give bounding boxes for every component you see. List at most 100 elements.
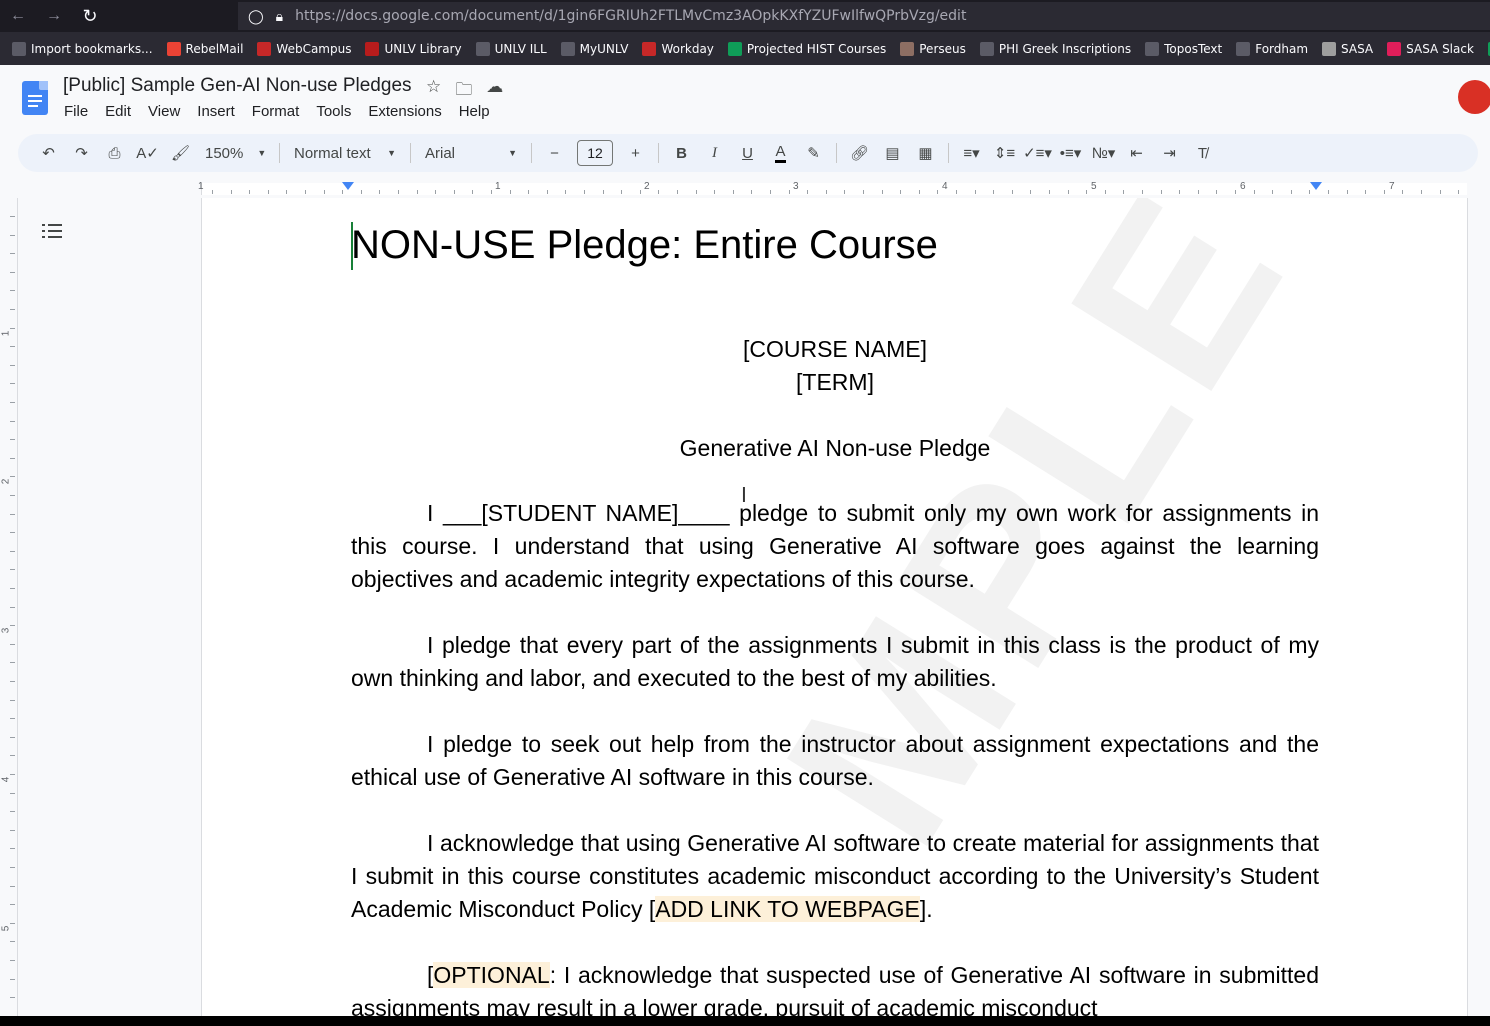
bookmark-item[interactable]: Workday [642,41,714,56]
forward-arrow-icon[interactable]: → [36,0,72,32]
bookmark-item[interactable]: Import bookmarks... [12,41,153,56]
bookmark-item[interactable]: Perseus [900,41,966,56]
ruler-tick [1365,190,1366,194]
docs-logo-icon[interactable] [22,81,48,115]
vertical-ruler[interactable]: 1 2 3 4 5 [0,198,18,1016]
bookmark-item[interactable]: SASA Slack [1387,41,1474,56]
reload-icon[interactable]: ↻ [72,0,108,32]
back-arrow-icon[interactable]: ← [0,0,36,32]
ruler-tick [1086,190,1087,194]
ruler-tick [584,190,585,194]
document-body[interactable]: NON-USE Pledge: Entire Course [COURSE NA… [351,220,1319,1016]
ruler-tick [621,190,622,194]
bookmark-item[interactable]: WebCampus [257,41,351,56]
document-title[interactable]: [Public] Sample Gen-AI Non-use Pledges [63,75,412,97]
menu-edit[interactable]: Edit [105,103,137,120]
formatting-toolbar: ↶ ↷ ⎙ A✓ 🖌︎ 150% ▼ Normal text ▼ Arial ▼ − … [18,134,1478,172]
ruler-tick [789,190,790,194]
italic-icon[interactable]: I [698,139,731,167]
numbered-list-icon[interactable]: №▾ [1087,139,1120,167]
bold-icon[interactable]: B [665,139,698,167]
bookmark-item[interactable]: ToposText [1145,41,1222,56]
shield-icon[interactable]: ◯ [248,8,264,25]
ruler-tick [919,190,920,194]
decrease-indent-icon[interactable]: ⇤ [1120,139,1153,167]
vertical-ruler-tick [10,551,15,552]
document-outline-icon[interactable] [42,222,62,240]
vertical-ruler-number: 2 [0,478,12,485]
text-color-icon[interactable]: A [764,139,797,167]
increase-indent-icon[interactable]: ⇥ [1153,139,1186,167]
ruler-tick [603,190,604,194]
toolbar-divider [279,143,280,163]
left-indent-marker[interactable] [342,182,354,190]
bookmark-label: Workday [661,41,714,56]
checklist-icon[interactable]: ✓≡▾ [1021,139,1054,167]
bookmark-item[interactable]: UNLV Library [365,41,462,56]
font-size-input[interactable]: 12 [577,140,613,166]
document-heading[interactable]: NON-USE Pledge: Entire Course [351,220,1319,270]
chevron-down-icon: ▼ [387,148,396,158]
add-comment-icon[interactable]: ▤ [876,139,909,167]
ruler-tick [1235,190,1236,194]
cloud-saved-icon[interactable]: ☁︎ [486,77,503,106]
vertical-ruler-tick [10,607,15,608]
menu-insert[interactable]: Insert [197,103,241,120]
print-icon[interactable]: ⎙ [98,139,131,167]
underline-icon[interactable]: U [731,139,764,167]
paragraph-3: I pledge to seek out help from the instr… [351,731,1319,790]
move-folder-icon[interactable]: 🗀︎ [455,77,472,106]
insert-link-icon[interactable]: 🔗︎ [843,139,876,167]
redo-icon[interactable]: ↷ [65,139,98,167]
bulleted-list-icon[interactable]: •≡▾ [1054,139,1087,167]
url-field[interactable]: ◯ 🔒︎ https://docs.google.com/document/d/… [238,2,1490,30]
bookmark-item[interactable]: UNLV ILL [475,41,547,56]
spellcheck-icon[interactable]: A✓ [131,139,164,167]
horizontal-ruler[interactable]: 1 1 2 3 4 5 6 7 [0,180,1490,198]
ruler-tick [547,190,548,194]
ruler-tick [342,190,343,194]
line-spacing-icon[interactable]: ⇕≡ [988,139,1021,167]
menu-help[interactable]: Help [459,103,496,120]
style-select[interactable]: Normal text ▼ [286,145,404,162]
menu-format[interactable]: Format [252,103,306,120]
star-icon[interactable]: ☆ [426,77,441,106]
decrease-font-size-icon[interactable]: − [538,139,571,167]
vertical-ruler-tick [10,644,15,645]
bookmark-item[interactable]: Projected HIST Courses [727,41,886,56]
bookmark-item[interactable]: Fordham [1236,41,1308,56]
paragraph-5: [OPTIONAL: I acknowledge that suspected … [351,959,1319,1016]
ruler-number: 1 [198,181,204,192]
profile-avatar[interactable] [1458,80,1490,114]
document-page[interactable]: MPLE NON-USE Pledge: Entire Course [COUR… [201,198,1468,1016]
bookmark-favicon-icon [475,41,490,56]
bookmark-item[interactable]: PHI Greek Inscriptions [979,41,1131,56]
menu-extensions[interactable]: Extensions [368,103,447,120]
undo-icon[interactable]: ↶ [32,139,65,167]
align-icon[interactable]: ≡▾ [955,139,988,167]
ruler-tick [417,190,418,194]
font-select[interactable]: Arial ▼ [417,145,525,162]
menu-view[interactable]: View [148,103,186,120]
lock-icon[interactable]: 🔒︎ [276,8,283,25]
bookmark-item[interactable]: MyUNLV [560,41,628,56]
menu-file[interactable]: File [64,103,94,120]
clear-formatting-icon[interactable]: T̸ [1186,139,1219,167]
vertical-ruler-tick [10,365,15,366]
ruler-tick [658,190,659,194]
bookmark-label: SASA Slack [1406,41,1474,56]
menu-tools[interactable]: Tools [316,103,357,120]
vertical-ruler-tick [10,830,15,831]
highlight-icon[interactable]: ✎ [797,139,830,167]
bookmark-item[interactable]: RebelMail [166,41,243,56]
zoom-select[interactable]: 150% ▼ [197,145,273,162]
increase-font-size-icon[interactable]: + [619,139,652,167]
bookmark-item[interactable]: SASA [1322,41,1373,56]
url-text[interactable]: https://docs.google.com/document/d/1gin6… [295,8,966,24]
ruler-tick [1272,190,1273,194]
paint-format-icon[interactable]: 🖌︎ [164,139,197,167]
right-indent-marker[interactable] [1310,182,1322,190]
bookmark-favicon-icon [257,41,272,56]
ruler-tick [937,190,938,194]
insert-image-icon[interactable]: ▦ [909,139,942,167]
